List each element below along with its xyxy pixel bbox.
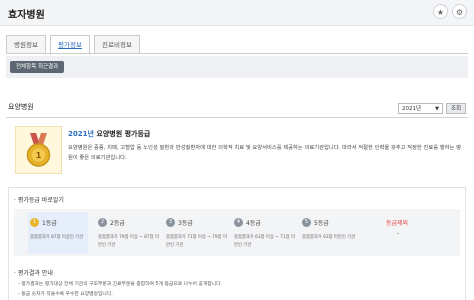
grade-name: 3등급 [178, 220, 193, 227]
favorite-star-button[interactable]: ★ [433, 4, 448, 19]
result-guide-line: - 평가결과는 평가대상 전체 기관의 구조부문과 진료부문을 종합하여 5개 … [18, 282, 223, 287]
medal-number: 1 [36, 151, 42, 160]
grade-description: 종합결과가 63점 이상 ~ 71점 미만인 기관 [234, 235, 295, 248]
subtab-latest-results[interactable]: 전체항목 최근결과 [10, 61, 65, 73]
view-button[interactable]: 조회 [446, 103, 466, 114]
excluded-grade-value: - [397, 230, 400, 237]
gear-icon: ⚙ [455, 8, 464, 17]
grade-card-1: 1 1등급 종합결과가 87점 이상인 기관 [28, 212, 88, 254]
grade-name: 2등급 [110, 220, 125, 227]
grade-name: 4등급 [246, 220, 261, 227]
grade-number-badge: 3 [166, 218, 175, 227]
grade-card-2: 2 2등급 종합결과가 79점 이상 ~ 87점 미만인 기관 [96, 212, 159, 254]
section-divider [6, 117, 468, 118]
tab-hospital-info[interactable]: 병원정보 [6, 35, 46, 54]
medal-box: 1 [15, 126, 62, 174]
grade-description: 종합결과가 87점 이상인 기관 [30, 235, 84, 240]
grade-number-badge: 1 [30, 218, 39, 227]
chevron-down-icon: ▼ [435, 106, 439, 112]
grade-summary-title-text: 요양병원 평가등급 [93, 130, 151, 138]
star-icon: ★ [436, 8, 445, 17]
grade-card-5: 5 5등급 종합결과가 63점 미만인 기관 [300, 212, 360, 254]
year-select[interactable]: 2021년 ▼ [398, 103, 443, 114]
grade-description: 종합결과가 71점 이상 ~ 79점 미만인 기관 [166, 235, 227, 248]
grade-summary-year: 2021년 [68, 130, 94, 138]
result-guide-line: - 등급 숫자가 작을수록 우수한 요양병원입니다. [18, 292, 113, 297]
grade-number-badge: 4 [234, 218, 243, 227]
grade-description: 종합결과가 63점 미만인 기관 [302, 235, 356, 240]
grade-number-badge: 2 [98, 218, 107, 227]
title-bar: 효자병원 ★ ⚙ [0, 0, 474, 26]
grade-card-3: 3 3등급 종합결과가 71점 이상 ~ 79점 미만인 기관 [164, 212, 227, 254]
grade-name: 1등급 [42, 220, 57, 227]
section-title: 요양병원 [8, 103, 34, 111]
settings-button[interactable]: ⚙ [452, 4, 467, 19]
grade-number-badge: 5 [302, 218, 311, 227]
grade-summary-description: 요양병원은 중풍, 치매, 고혈압 등 노인성 질환과 만성질환자에 대한 의학… [68, 145, 461, 161]
year-select-value: 2021년 [402, 106, 422, 112]
page-title: 효자병원 [8, 10, 45, 21]
grade-description: 종합결과가 79점 이상 ~ 87점 미만인 기관 [98, 235, 159, 248]
grade-guide-title: · 평가등급 바로알기 [14, 197, 64, 204]
tab-divider [6, 53, 468, 54]
tab-evaluation-info[interactable]: 평가정보 [50, 35, 90, 55]
excluded-grade-label: 등급제외 [386, 220, 409, 227]
grade-name: 5등급 [314, 220, 329, 227]
subtab-bar: 전체항목 최근결과 [6, 56, 468, 78]
tab-medical-fee-info[interactable]: 진료비정보 [94, 35, 140, 54]
result-guide-title: · 평가결과 안내 [14, 270, 53, 277]
grade-summary-title: 2021년 요양병원 평가등급 [68, 129, 150, 139]
grade-card-4: 4 4등급 종합결과가 63점 이상 ~ 71점 미만인 기관 [232, 212, 295, 254]
grade-cards: 1 1등급 종합결과가 87점 이상인 기관 2 2등급 종합결과가 79점 이… [14, 209, 460, 256]
gold-medal-icon: 1 [26, 133, 51, 167]
